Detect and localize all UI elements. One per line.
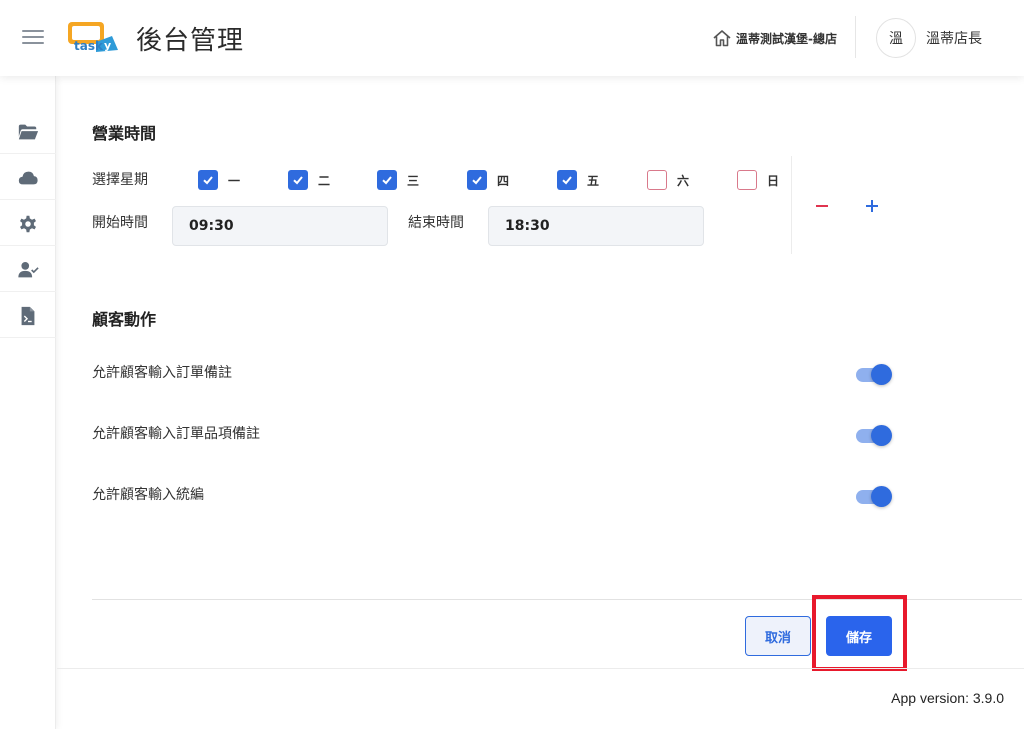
option-label: 允許顧客輸入訂單品項備註	[92, 426, 260, 442]
gear-icon	[20, 215, 36, 232]
checkbox-checked-icon	[557, 170, 577, 190]
day-checkbox-tue[interactable]: 二	[288, 170, 330, 190]
sidebar-item-reports[interactable]	[0, 294, 56, 338]
day-label: 四	[497, 173, 510, 188]
hamburger-icon[interactable]	[22, 28, 44, 46]
store-name: 溫蒂測試漢堡-總店	[736, 31, 837, 46]
svg-text:y: y	[104, 39, 111, 52]
checkbox-unchecked-icon	[647, 170, 667, 190]
tax-id-toggle[interactable]	[856, 485, 892, 507]
store-selector[interactable]: 溫蒂測試漢堡-總店	[712, 26, 837, 50]
day-label: 六	[677, 173, 690, 188]
user-menu[interactable]: 溫 溫蒂店長	[876, 18, 982, 58]
svg-text:task: task	[74, 39, 104, 53]
option-label: 允許顧客輸入訂單備註	[92, 365, 232, 381]
sidebar-item-members[interactable]	[0, 248, 56, 292]
save-button[interactable]: 儲存	[826, 616, 892, 656]
user-check-icon	[18, 261, 39, 277]
app-version: App version: 3.9.0	[891, 690, 1004, 706]
folder-open-icon	[18, 124, 39, 139]
customer-actions-title: 顧客動作	[92, 310, 157, 329]
business-hours-title: 營業時間	[92, 124, 157, 143]
plus-icon	[866, 200, 878, 212]
sidebar-item-settings[interactable]	[0, 202, 56, 246]
checkbox-checked-icon	[198, 170, 218, 190]
remove-hours-button[interactable]	[810, 194, 834, 218]
cloud-icon	[18, 171, 38, 184]
toggle-knob	[871, 425, 892, 446]
day-checkbox-fri[interactable]: 五	[557, 170, 599, 190]
cancel-button[interactable]: 取消	[745, 616, 811, 656]
day-checkbox-sun[interactable]: 日	[737, 170, 779, 190]
end-time-input[interactable]: 18:30	[488, 206, 704, 246]
add-hours-button[interactable]	[860, 194, 884, 218]
toggle-knob	[871, 486, 892, 507]
day-label: 一	[228, 173, 241, 188]
home-icon	[713, 30, 731, 47]
tasky-logo: task y	[68, 22, 118, 53]
start-time-input[interactable]: 09:30	[172, 206, 388, 246]
row-divider	[791, 156, 792, 254]
item-note-toggle[interactable]	[856, 424, 892, 446]
start-time-label: 開始時間	[92, 215, 148, 231]
report-file-icon	[21, 306, 35, 325]
avatar: 溫	[876, 18, 916, 58]
day-label: 二	[318, 173, 331, 188]
checkbox-checked-icon	[288, 170, 308, 190]
option-label: 允許顧客輸入統編	[92, 487, 204, 503]
user-name: 溫蒂店長	[926, 31, 982, 47]
weekday-label: 選擇星期	[92, 172, 148, 188]
checkbox-unchecked-icon	[737, 170, 757, 190]
day-checkbox-thu[interactable]: 四	[467, 170, 509, 190]
day-label: 日	[767, 173, 780, 188]
checkbox-checked-icon	[467, 170, 487, 190]
sidebar	[0, 76, 56, 729]
checkbox-checked-icon	[377, 170, 397, 190]
toggle-knob	[871, 364, 892, 385]
minus-icon	[816, 205, 828, 207]
top-bar: task y 後台管理 溫蒂測試漢堡-總店 溫 溫蒂店長	[0, 0, 1024, 76]
footer-divider	[57, 668, 1024, 669]
header-divider	[855, 16, 856, 58]
sidebar-item-files[interactable]	[0, 110, 56, 154]
order-note-toggle[interactable]	[856, 363, 892, 385]
day-label: 五	[587, 173, 600, 188]
day-label: 三	[407, 173, 420, 188]
day-checkbox-mon[interactable]: 一	[198, 170, 240, 190]
page-title: 後台管理	[136, 26, 245, 56]
day-checkbox-sat[interactable]: 六	[647, 170, 689, 190]
day-checkbox-wed[interactable]: 三	[377, 170, 419, 190]
end-time-label: 結束時間	[408, 215, 464, 231]
sidebar-item-cloud[interactable]	[0, 156, 56, 200]
